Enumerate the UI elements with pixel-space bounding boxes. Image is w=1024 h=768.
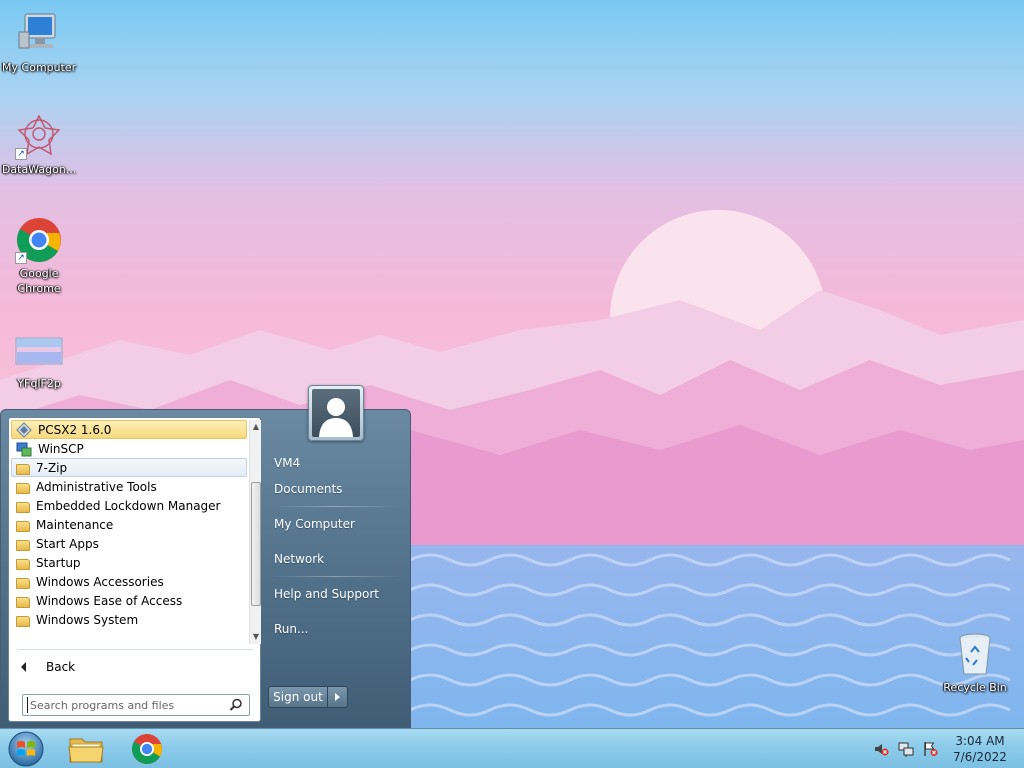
folder-icon (16, 596, 30, 608)
desktop-icon-datawagon[interactable]: ↗ DataWagon... (0, 112, 78, 177)
program-item-label: PCSX2 1.6.0 (38, 422, 112, 437)
program-item-pcsx2[interactable]: PCSX2 1.6.0 (11, 420, 247, 439)
desktop-icon-label: DataWagon... (1, 163, 77, 176)
divider (273, 576, 400, 577)
start-menu-right-pane: VM4 Documents My Computer Network Help a… (263, 450, 408, 642)
desktop-icon-recycle-bin[interactable]: Recycle Bin (936, 630, 1014, 695)
scroll-up-icon[interactable]: ▲ (250, 420, 262, 434)
program-item-label: Embedded Lockdown Manager (36, 498, 221, 513)
desktop-icon-label: Recycle Bin (943, 681, 1007, 694)
taskbar-clock[interactable]: 3:04 AM 7/6/2022 (950, 733, 1010, 765)
program-item-label: WinSCP (38, 441, 84, 456)
folder-icon (16, 539, 30, 551)
folder-icon (16, 520, 30, 532)
folder-icon (16, 482, 30, 494)
start-right-item-network[interactable]: Network (263, 546, 408, 572)
program-item-label: Administrative Tools (36, 479, 157, 494)
sign-out-group: Sign out (268, 686, 348, 708)
program-folder-embedded-lockdown-manager[interactable]: Embedded Lockdown Manager (11, 496, 247, 515)
user-avatar[interactable] (308, 385, 364, 441)
scroll-down-icon[interactable]: ▼ (250, 630, 262, 644)
desktop-icon-label: YFqlF2p (17, 377, 61, 390)
back-button[interactable]: Back (13, 656, 253, 678)
winscp-icon (16, 441, 32, 457)
scroll-thumb[interactable] (251, 482, 261, 606)
program-item-label: Windows Ease of Access (36, 593, 183, 608)
action-center-flag-icon[interactable] (922, 741, 938, 757)
start-menu-programs-pane: PCSX2 1.6.0 WinSCP 7-Zip Administrative … (8, 417, 261, 722)
shutdown-options-arrow-icon[interactable] (328, 686, 348, 708)
start-button[interactable] (6, 730, 46, 768)
folder-icon (16, 558, 30, 570)
volume-muted-icon[interactable] (873, 741, 889, 757)
clock-date: 7/6/2022 (953, 750, 1007, 764)
program-folder-start-apps[interactable]: Start Apps (11, 534, 247, 553)
taskbar: 3:04 AM 7/6/2022 (0, 728, 1024, 768)
desktop-icon-label: Google Chrome (17, 267, 61, 295)
start-right-item-documents[interactable]: Documents (263, 476, 408, 502)
taskbar-file-explorer-button[interactable] (58, 731, 114, 767)
image-file-icon (15, 326, 63, 374)
back-label: Back (46, 660, 76, 674)
divider (273, 506, 400, 507)
program-folder-windows-accessories[interactable]: Windows Accessories (11, 572, 247, 591)
pcsx2-icon (16, 421, 32, 438)
search-icon[interactable] (229, 698, 243, 712)
datawagon-icon: ↗ (15, 112, 63, 160)
program-folder-startup[interactable]: Startup (11, 553, 247, 572)
sign-out-button[interactable]: Sign out (268, 686, 328, 708)
folder-icon (16, 577, 30, 589)
recycle-bin-icon (951, 630, 999, 678)
program-list: PCSX2 1.6.0 WinSCP 7-Zip Administrative … (11, 420, 247, 644)
folder-icon (16, 615, 30, 627)
clock-time: 3:04 AM (955, 734, 1005, 748)
network-icon[interactable] (898, 741, 914, 757)
shortcut-arrow-icon: ↗ (15, 252, 27, 264)
start-right-item-user[interactable]: VM4 (263, 450, 408, 476)
program-list-scrollbar[interactable]: ▲ ▼ (249, 420, 261, 644)
start-right-item-help-and-support[interactable]: Help and Support (263, 581, 408, 607)
program-item-winscp[interactable]: WinSCP (11, 439, 247, 458)
divider (17, 649, 253, 650)
program-item-label: Maintenance (36, 517, 114, 532)
program-folder-windows-ease-of-access[interactable]: Windows Ease of Access (11, 591, 247, 610)
folder-icon (16, 501, 30, 513)
folder-icon (16, 463, 30, 475)
start-right-item-my-computer[interactable]: My Computer (263, 511, 408, 537)
desktop-icon-google-chrome[interactable]: ↗ Google Chrome (0, 216, 78, 296)
program-folder-windows-system[interactable]: Windows System (11, 610, 247, 629)
program-folder-administrative-tools[interactable]: Administrative Tools (11, 477, 247, 496)
chrome-icon (131, 734, 162, 765)
search-input[interactable] (27, 697, 222, 713)
program-item-label: Startup (36, 555, 81, 570)
desktop-icon-label: My Computer (1, 61, 77, 74)
taskbar-chrome-button[interactable] (119, 731, 175, 767)
chrome-icon: ↗ (15, 216, 63, 264)
computer-icon (15, 10, 63, 58)
program-item-label: Windows Accessories (36, 574, 164, 589)
desktop-icon-yfqlf2p[interactable]: YFqlF2p (0, 326, 78, 391)
program-item-label: Windows System (36, 612, 139, 627)
shortcut-arrow-icon: ↗ (15, 148, 27, 160)
back-arrow-icon (21, 662, 26, 672)
program-item-label: Start Apps (36, 536, 99, 551)
desktop-icon-my-computer[interactable]: My Computer (0, 10, 78, 75)
program-folder-maintenance[interactable]: Maintenance (11, 515, 247, 534)
file-explorer-icon (68, 738, 104, 763)
start-right-item-run[interactable]: Run... (263, 616, 408, 642)
program-folder-7zip[interactable]: 7-Zip (11, 458, 247, 477)
program-item-label: 7-Zip (36, 460, 68, 475)
search-box[interactable] (22, 694, 250, 716)
start-menu: PCSX2 1.6.0 WinSCP 7-Zip Administrative … (0, 409, 411, 728)
